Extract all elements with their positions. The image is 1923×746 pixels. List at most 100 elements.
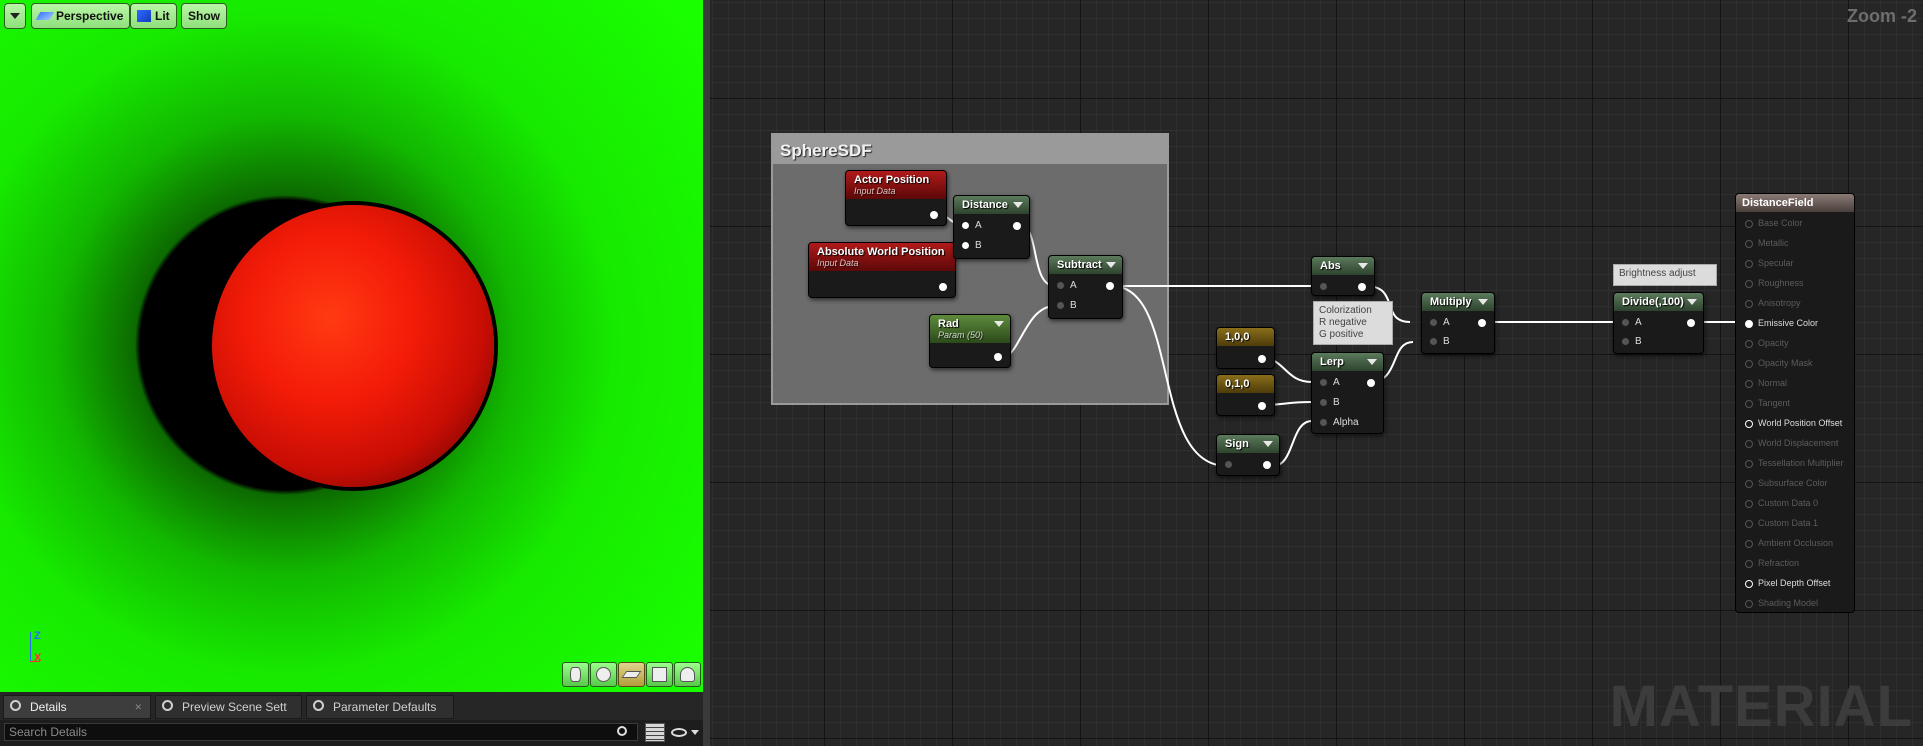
result-pin-world-position-offset[interactable]: World Position Offset (1745, 418, 1842, 428)
output-pin[interactable] (1258, 402, 1266, 410)
preview-plane-button[interactable] (618, 662, 645, 687)
preview-cylinder-button[interactable] (562, 662, 589, 687)
input-pin-a[interactable]: A (1622, 317, 1642, 328)
show-button[interactable]: Show (181, 3, 227, 29)
tab-details[interactable]: Details ✕ (3, 695, 151, 719)
panel-splitter[interactable] (703, 0, 710, 746)
result-pin-refraction[interactable]: Refraction (1745, 558, 1799, 568)
result-pin-custom-data-1[interactable]: Custom Data 1 (1745, 518, 1818, 528)
chevron-down-icon[interactable] (1106, 262, 1116, 268)
node-abs-world-position-header[interactable]: Absolute World Position Input Data (809, 243, 955, 271)
node-abs-header[interactable]: Abs (1312, 257, 1374, 275)
chevron-down-icon[interactable] (994, 321, 1004, 327)
input-pin-b[interactable]: B (1622, 336, 1642, 347)
input-pin-a[interactable]: A (962, 220, 982, 231)
input-pin-a[interactable]: A (1430, 317, 1450, 328)
node-constant-0-1-0[interactable]: 0,1,0 (1216, 374, 1275, 416)
node-divide-header[interactable]: Divide(,100) (1614, 293, 1703, 311)
chevron-down-icon[interactable] (691, 730, 699, 735)
result-pin-normal[interactable]: Normal (1745, 378, 1787, 388)
result-pin-opacity[interactable]: Opacity (1745, 338, 1789, 348)
output-pin[interactable] (930, 211, 938, 219)
node-subtract-header[interactable]: Subtract (1049, 256, 1122, 274)
comment-brightness-adjust[interactable]: Brightness adjust (1613, 264, 1717, 286)
node-sign[interactable]: Sign (1216, 434, 1280, 476)
result-pin-emissive-color[interactable]: Emissive Color (1745, 318, 1818, 328)
output-pin[interactable] (939, 283, 947, 291)
node-rad-parameter[interactable]: Rad Param (50) (929, 314, 1011, 368)
node-multiply-header[interactable]: Multiply (1422, 293, 1494, 311)
node-absolute-world-position[interactable]: Absolute World Position Input Data (808, 242, 956, 298)
result-pin-metallic[interactable]: Metallic (1745, 238, 1789, 248)
result-pin-world-displacement[interactable]: World Displacement (1745, 438, 1838, 448)
input-pin-alpha[interactable]: Alpha (1320, 417, 1359, 428)
result-pin-roughness[interactable]: Roughness (1745, 278, 1804, 288)
preview-sphere-button[interactable] (590, 662, 617, 687)
result-pin-custom-data-0[interactable]: Custom Data 0 (1745, 498, 1818, 508)
search-details-input[interactable] (4, 723, 638, 741)
viewport-options-button[interactable] (4, 3, 26, 29)
input-pin-b[interactable]: B (1057, 300, 1077, 311)
output-pin[interactable] (1013, 222, 1021, 230)
node-const-100-header[interactable]: 1,0,0 (1217, 328, 1274, 346)
perspective-button[interactable]: Perspective (31, 3, 131, 29)
result-pin-specular[interactable]: Specular (1745, 258, 1794, 268)
result-pin-anisotropy[interactable]: Anisotropy (1745, 298, 1801, 308)
node-abs[interactable]: Abs (1311, 256, 1375, 296)
material-graph-canvas[interactable]: Zoom -2 MATERIAL SphereSDF Actor Positio… (710, 0, 1923, 746)
node-distance-header[interactable]: Distance (954, 196, 1029, 214)
input-pin-b[interactable]: B (1430, 336, 1450, 347)
output-pin[interactable] (1263, 461, 1271, 469)
output-pin[interactable] (1258, 355, 1266, 363)
node-subtract[interactable]: Subtract A B (1048, 255, 1123, 319)
node-lerp-header[interactable]: Lerp (1312, 353, 1383, 371)
input-pin-a[interactable]: A (1320, 377, 1340, 388)
search-icon[interactable] (617, 726, 627, 736)
chevron-down-icon[interactable] (1358, 263, 1368, 269)
result-pin-subsurface-color[interactable]: Subsurface Color (1745, 478, 1828, 488)
chevron-down-icon[interactable] (1263, 441, 1273, 447)
output-pin[interactable] (1358, 283, 1366, 291)
node-divide[interactable]: Divide(,100) A B (1613, 292, 1704, 354)
node-material-result[interactable]: DistanceField Base Color Metallic Specular… (1735, 193, 1855, 613)
node-actor-position[interactable]: Actor Position Input Data (845, 170, 947, 226)
result-pin-opacity-mask[interactable]: Opacity Mask (1745, 358, 1813, 368)
node-lerp[interactable]: Lerp A B Alpha (1311, 352, 1384, 434)
chevron-down-icon[interactable] (1478, 299, 1488, 305)
input-pin[interactable] (1225, 459, 1238, 470)
input-pin-b[interactable]: B (962, 240, 982, 251)
result-pin-tangent[interactable]: Tangent (1745, 398, 1790, 408)
result-pin-base-color[interactable]: Base Color (1745, 218, 1803, 228)
result-pin-pixel-depth-offset[interactable]: Pixel Depth Offset (1745, 578, 1830, 588)
preview-cube-button[interactable] (646, 662, 673, 687)
node-distance[interactable]: Distance A B (953, 195, 1030, 259)
result-pin-ambient-occlusion[interactable]: Ambient Occlusion (1745, 538, 1833, 548)
output-pin[interactable] (994, 353, 1002, 361)
output-pin[interactable] (1687, 319, 1695, 327)
node-rad-header[interactable]: Rad Param (50) (930, 315, 1010, 343)
node-const-010-header[interactable]: 0,1,0 (1217, 375, 1274, 393)
input-pin[interactable] (1320, 281, 1333, 292)
comment-colorization[interactable]: Colorization R negative G positive (1313, 301, 1393, 345)
output-pin[interactable] (1106, 282, 1114, 290)
input-pin-a[interactable]: A (1057, 280, 1077, 291)
node-constant-1-0-0[interactable]: 1,0,0 (1216, 327, 1275, 369)
eye-visibility-icon[interactable] (671, 728, 687, 737)
result-pin-tessellation-multiplier[interactable]: Tessellation Multiplier (1745, 458, 1844, 468)
preview-custom-mesh-button[interactable] (674, 662, 701, 687)
node-actor-position-header[interactable]: Actor Position Input Data (846, 171, 946, 199)
chevron-down-icon[interactable] (1687, 299, 1697, 305)
lit-button[interactable]: Lit (130, 3, 177, 29)
output-pin[interactable] (1478, 319, 1486, 327)
close-icon[interactable]: ✕ (134, 702, 142, 713)
result-pin-shading-model[interactable]: Shading Model (1745, 598, 1818, 608)
grid-view-icon[interactable] (645, 723, 665, 742)
node-multiply[interactable]: Multiply A B (1421, 292, 1495, 354)
chevron-down-icon[interactable] (1367, 359, 1377, 365)
chevron-down-icon[interactable] (1013, 202, 1023, 208)
result-node-title[interactable]: DistanceField (1736, 194, 1854, 212)
input-pin-b[interactable]: B (1320, 397, 1340, 408)
material-preview-viewport[interactable]: Perspective Lit Show Z X (0, 0, 703, 692)
output-pin[interactable] (1367, 379, 1375, 387)
node-sign-header[interactable]: Sign (1217, 435, 1279, 453)
